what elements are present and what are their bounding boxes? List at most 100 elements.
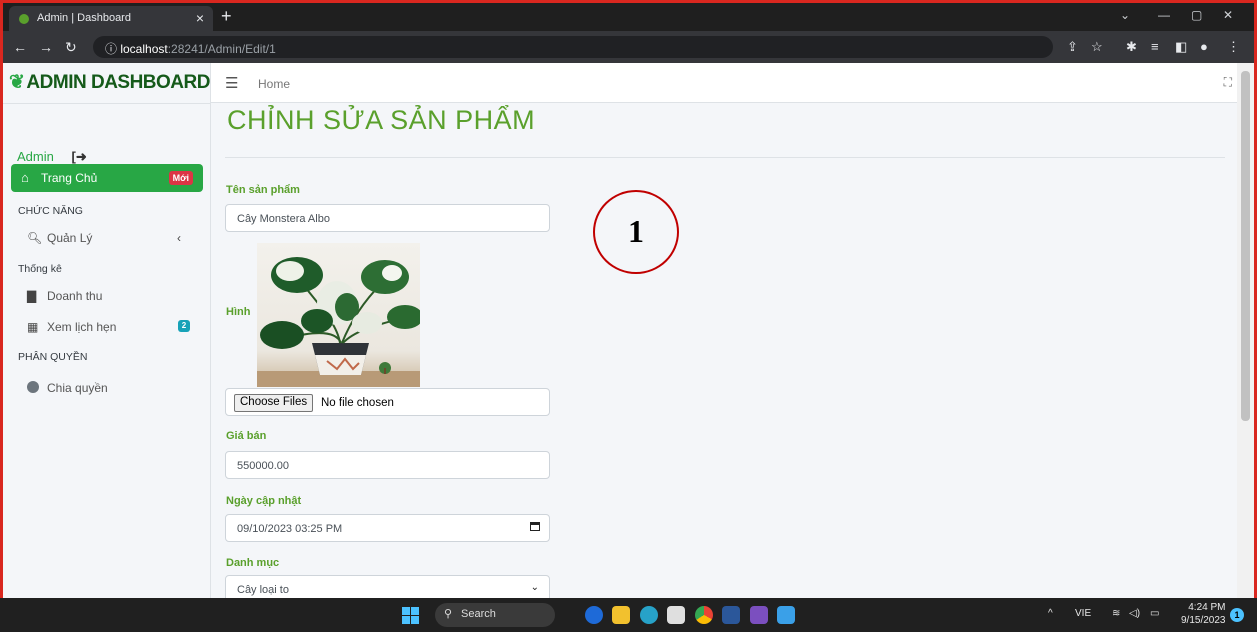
tray-chevron-icon[interactable]: ^ xyxy=(1048,608,1053,619)
url-host: localhost xyxy=(120,42,168,56)
new-tab-button[interactable]: + xyxy=(221,6,232,27)
logout-icon[interactable]: [➜ xyxy=(71,149,86,164)
sidebar: ❦ ADMIN DASHBOARD Admin [➜ ⌂ Trang Chủ Mớ… xyxy=(3,63,211,598)
new-badge: Mới xyxy=(168,171,193,185)
price-input[interactable]: 550000.00 xyxy=(225,451,550,479)
section-thong-ke: Thống kê xyxy=(18,263,62,275)
category-select[interactable]: Cây loại to ⌄ xyxy=(225,575,550,598)
home-link[interactable]: Home xyxy=(258,77,290,91)
sidebar-item-label: Quản Lý xyxy=(47,231,93,245)
browser-toolbar: ← → ↻ ⓘ localhost:28241/Admin/Edit/1 ⇪ ☆… xyxy=(3,31,1254,63)
hamburger-menu-icon[interactable]: ☰ xyxy=(225,74,238,92)
taskbar-search[interactable]: ⚲ Search xyxy=(435,603,555,627)
home-icon: ⌂ xyxy=(21,170,29,185)
calendar-icon: ▦ xyxy=(27,320,39,334)
back-icon[interactable]: ← xyxy=(13,39,27,55)
sidebar-item-label: Xem lịch hẹn xyxy=(47,320,117,334)
user-name[interactable]: Admin xyxy=(17,149,54,164)
category-label: Danh mục xyxy=(226,557,280,569)
reading-list-icon[interactable]: ≡ xyxy=(1151,39,1159,54)
product-image xyxy=(257,243,420,387)
wifi-icon[interactable]: ≋ xyxy=(1112,608,1120,619)
top-navbar: ☰ Home ⛶ xyxy=(211,63,1254,103)
sidebar-item-label: Doanh thu xyxy=(47,289,103,303)
tab-title: Admin | Dashboard xyxy=(37,12,131,24)
menu-kebab-icon[interactable]: ⋮ xyxy=(1227,39,1240,55)
profile-avatar-icon[interactable]: ● xyxy=(1200,39,1208,54)
product-name-input[interactable]: Cây Monstera Albo xyxy=(225,204,550,232)
brand-logo[interactable]: ❦ ADMIN DASHBOARD xyxy=(9,71,210,94)
sidebar-item-label: Chia quyền xyxy=(47,381,108,395)
taskbar-search-label: Search xyxy=(461,608,496,620)
extensions-icon[interactable]: ✱ xyxy=(1126,39,1137,55)
side-panel-icon[interactable]: ◧ xyxy=(1175,39,1187,55)
main-content: CHỈNH SỬA SẢN PHẨM Tên sản phẩm Cây Mons… xyxy=(211,103,1237,598)
sidebar-item-label: Trang Chủ xyxy=(41,171,98,185)
category-selected-value: Cây loại to xyxy=(237,584,289,596)
volume-icon[interactable]: ◁) xyxy=(1129,608,1140,619)
bing-icon[interactable] xyxy=(585,606,603,624)
battery-icon[interactable]: ▭ xyxy=(1150,608,1159,619)
fullscreen-icon[interactable]: ⛶ xyxy=(1224,75,1232,90)
brand-text: ADMIN DASHBOARD xyxy=(26,72,210,93)
favicon-icon xyxy=(19,14,29,24)
close-window-icon[interactable]: ✕ xyxy=(1223,8,1233,22)
language-indicator[interactable]: VIE xyxy=(1075,608,1091,619)
tab-close-button[interactable]: × xyxy=(196,10,204,26)
forward-icon[interactable]: → xyxy=(39,39,53,55)
store-icon[interactable] xyxy=(667,606,685,624)
chrome-icon[interactable] xyxy=(695,606,713,624)
page-scrollbar[interactable] xyxy=(1237,63,1254,598)
search-icon: 🔍︎ xyxy=(27,231,43,245)
share-icon[interactable]: ⇪ xyxy=(1067,39,1078,55)
notepad-icon[interactable] xyxy=(777,606,795,624)
windows-start-icon[interactable] xyxy=(402,607,419,624)
browser-tab[interactable]: Admin | Dashboard × xyxy=(9,6,213,31)
choose-files-button[interactable]: Choose Files xyxy=(234,394,314,412)
maximize-icon[interactable]: ▢ xyxy=(1191,8,1202,22)
user-panel: Admin [➜ xyxy=(17,149,87,165)
image-label: Hình xyxy=(226,306,251,318)
updated-date-input[interactable]: 09/10/2023 03:25 PM xyxy=(225,514,550,542)
minimize-icon[interactable]: — xyxy=(1158,8,1170,22)
edge-icon[interactable] xyxy=(640,606,658,624)
updated-date-value: 09/10/2023 03:25 PM xyxy=(237,523,343,535)
scrollbar-thumb[interactable] xyxy=(1241,71,1250,421)
file-icon: ▇ xyxy=(27,289,37,303)
divider xyxy=(225,157,1225,158)
sidebar-item-doanh-thu[interactable]: ▇ Doanh thu xyxy=(27,289,102,303)
leaf-icon: ❦ xyxy=(9,72,25,93)
price-label: Giá bán xyxy=(226,430,267,442)
taskbar-clock[interactable]: 4:24 PM 9/15/2023 xyxy=(1181,601,1226,627)
url-path: :28241/Admin/Edit/1 xyxy=(167,42,276,56)
reload-icon[interactable]: ↻ xyxy=(65,39,77,56)
monstera-plant-illustration xyxy=(257,257,420,387)
image-file-input[interactable]: Choose Files No file chosen xyxy=(225,388,550,416)
file-explorer-icon[interactable] xyxy=(612,606,630,624)
visual-studio-icon[interactable] xyxy=(750,606,768,624)
sidebar-item-chia-quyen[interactable]: Chia quyền xyxy=(27,381,108,395)
chevron-left-icon: ‹ xyxy=(177,231,181,245)
sidebar-item-xem-lich-hen[interactable]: ▦ Xem lịch hẹn xyxy=(27,320,116,334)
section-phan-quyen: PHÂN QUYỀN xyxy=(18,351,88,363)
admin-app: ❦ ADMIN DASHBOARD Admin [➜ ⌂ Trang Chủ Mớ… xyxy=(3,63,1254,598)
annotation-marker: 1 xyxy=(593,190,679,274)
bookmark-star-icon[interactable]: ☆ xyxy=(1091,39,1103,55)
address-bar[interactable]: ⓘ localhost:28241/Admin/Edit/1 xyxy=(93,36,1053,58)
clock-date: 9/15/2023 xyxy=(1181,615,1226,626)
section-chuc-nang: CHỨC NĂNG xyxy=(18,205,83,217)
page-title: CHỈNH SỬA SẢN PHẨM xyxy=(227,105,536,135)
tab-search-icon[interactable]: ⌄ xyxy=(1120,8,1130,22)
file-status: No file chosen xyxy=(321,397,394,409)
chevron-down-icon: ⌄ xyxy=(530,582,539,593)
circle-icon xyxy=(27,381,39,396)
sidebar-item-quan-ly[interactable]: 🔍︎ Quản Lý ‹ xyxy=(27,231,181,245)
sidebar-item-trang-chu[interactable]: ⌂ Trang Chủ Mới xyxy=(11,164,203,192)
calendar-icon[interactable] xyxy=(530,522,540,531)
notification-badge[interactable]: 1 xyxy=(1230,608,1244,622)
updated-date-label: Ngày cập nhật xyxy=(226,495,302,507)
windows-taskbar: ⚲ Search ^ VIE ≋ ◁) ▭ 4:24 PM 9/15/2023 … xyxy=(0,598,1257,632)
info-icon: ⓘ xyxy=(105,42,121,56)
word-icon[interactable] xyxy=(722,606,740,624)
product-name-label: Tên sản phẩm xyxy=(226,184,300,196)
